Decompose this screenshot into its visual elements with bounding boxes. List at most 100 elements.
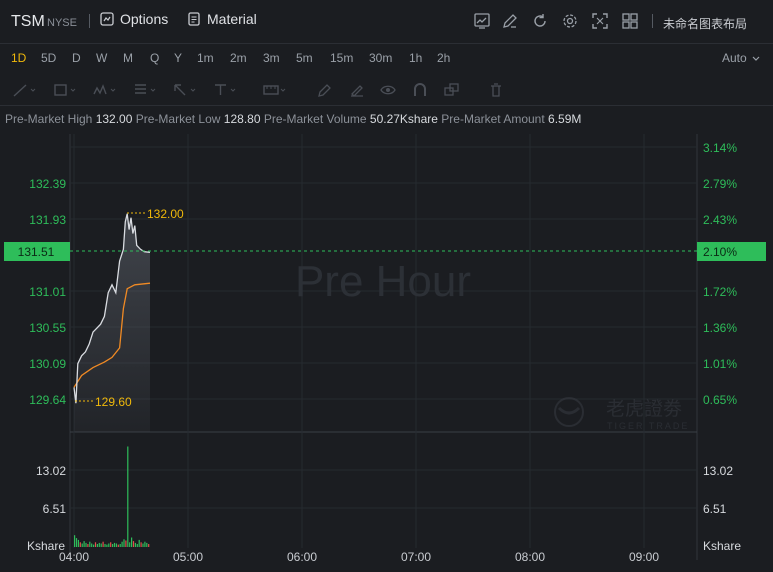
material-button[interactable]: Material bbox=[187, 11, 257, 27]
volume-bar bbox=[91, 543, 93, 547]
tf-m[interactable]: M bbox=[123, 51, 133, 65]
time-tick-label: 09:00 bbox=[629, 550, 659, 564]
fibonacci-icon[interactable] bbox=[132, 82, 158, 98]
divider bbox=[652, 14, 653, 28]
amount-value: 6.59M bbox=[548, 112, 582, 126]
percent-tick-label: 0.65% bbox=[703, 393, 737, 407]
auto-scale-button[interactable]: Auto bbox=[722, 51, 747, 65]
volume-tick-label: 6.51 bbox=[43, 502, 67, 516]
premarket-info: Pre-Market High 132.00 Pre-Market Low 12… bbox=[0, 106, 773, 134]
top-bar: TSM NYSE Options Material 未命名图表布局 bbox=[0, 0, 773, 44]
volume-bar bbox=[100, 543, 102, 547]
tf-30m[interactable]: 30m bbox=[369, 51, 392, 65]
gear-icon[interactable] bbox=[561, 12, 579, 30]
volume-bar bbox=[129, 542, 131, 547]
volume-bar bbox=[94, 542, 97, 547]
volume-bar bbox=[134, 542, 136, 547]
divider bbox=[89, 14, 90, 28]
tf-2h[interactable]: 2h bbox=[437, 51, 450, 65]
tf-1h[interactable]: 1h bbox=[409, 51, 422, 65]
options-icon bbox=[100, 12, 114, 26]
time-tick-label: 05:00 bbox=[173, 550, 203, 564]
chevron-down-icon bbox=[752, 56, 760, 61]
high-label: Pre-Market High bbox=[5, 112, 93, 126]
brush-icon[interactable] bbox=[346, 82, 372, 98]
trend-line-icon[interactable] bbox=[12, 82, 38, 98]
volume-unit-label: Kshare bbox=[703, 539, 741, 553]
volume-bar bbox=[83, 541, 85, 547]
price-tick-label: 132.39 bbox=[29, 177, 66, 191]
price-tick-label: 131.93 bbox=[29, 213, 66, 227]
volume-bar bbox=[140, 542, 142, 547]
tf-5d[interactable]: 5D bbox=[41, 51, 56, 65]
tf-5m[interactable]: 5m bbox=[296, 51, 313, 65]
edit-icon[interactable] bbox=[501, 12, 519, 30]
volume-bar bbox=[112, 544, 114, 547]
time-tick-label: 07:00 bbox=[401, 550, 431, 564]
volume-bar bbox=[138, 539, 140, 547]
percent-tick-label: 2.79% bbox=[703, 177, 737, 191]
volume-tick-label: 13.02 bbox=[703, 464, 733, 478]
tf-1m[interactable]: 1m bbox=[197, 51, 214, 65]
volume-bar bbox=[93, 544, 95, 547]
refresh-icon[interactable] bbox=[531, 12, 549, 30]
brand-sub: TIGER TRADE bbox=[607, 421, 689, 431]
symbol-label[interactable]: TSM bbox=[11, 13, 45, 31]
trash-icon[interactable] bbox=[486, 82, 512, 98]
grid-lines bbox=[69, 134, 698, 560]
tf-q[interactable]: Q bbox=[150, 51, 159, 65]
volume-label: Pre-Market Volume bbox=[263, 112, 367, 126]
volume-bar bbox=[119, 544, 121, 547]
time-tick-label: 04:00 bbox=[59, 550, 89, 564]
volume-bar bbox=[110, 542, 112, 547]
volume-bar bbox=[104, 544, 106, 547]
fullscreen-icon[interactable] bbox=[591, 12, 609, 30]
percent-tick-label: 1.72% bbox=[703, 285, 737, 299]
low-label: Pre-Market Low bbox=[135, 112, 221, 126]
text-tool-icon[interactable] bbox=[212, 82, 238, 98]
volume-bar bbox=[123, 539, 125, 547]
layout-grid-icon[interactable] bbox=[621, 12, 639, 30]
volume-bar bbox=[74, 535, 76, 547]
tf-y[interactable]: Y bbox=[174, 51, 182, 65]
price-tick-label: 129.64 bbox=[29, 393, 66, 407]
low-value: 128.80 bbox=[223, 112, 261, 126]
volume-bar bbox=[87, 544, 89, 547]
volume-bar bbox=[81, 543, 83, 547]
percent-tick-label: 1.01% bbox=[703, 357, 737, 371]
pencil-icon[interactable] bbox=[314, 82, 340, 98]
magnet-icon[interactable] bbox=[410, 82, 436, 98]
current-percent-value: 2.10% bbox=[703, 245, 737, 259]
tf-15m[interactable]: 15m bbox=[330, 51, 353, 65]
tf-w[interactable]: W bbox=[96, 51, 107, 65]
layout-name[interactable]: 未命名图表布局 bbox=[663, 15, 747, 32]
volume-bar bbox=[142, 543, 144, 547]
volume-bar bbox=[121, 541, 123, 547]
link-icon[interactable] bbox=[442, 82, 468, 98]
pattern-icon[interactable] bbox=[92, 82, 118, 98]
tf-d[interactable]: D bbox=[72, 51, 81, 65]
eye-icon[interactable] bbox=[378, 82, 404, 98]
volume-bars bbox=[74, 446, 150, 547]
volume-bar bbox=[106, 544, 108, 547]
options-button[interactable]: Options bbox=[100, 11, 168, 27]
session-watermark: Pre Hour bbox=[295, 257, 471, 306]
material-label: Material bbox=[207, 11, 257, 27]
volume-bar bbox=[131, 537, 133, 547]
high-marker-label: 132.00 bbox=[147, 207, 184, 221]
volume-bar bbox=[98, 542, 100, 547]
tf-3m[interactable]: 3m bbox=[263, 51, 280, 65]
chart-icon[interactable] bbox=[473, 12, 491, 30]
rectangle-icon[interactable] bbox=[52, 82, 78, 98]
time-tick-label: 08:00 bbox=[515, 550, 545, 564]
price-chart[interactable]: Pre Hour 老虎證劵 TIGER TRADE 131.51 2.10% 1… bbox=[0, 134, 773, 572]
volume-bar bbox=[75, 538, 78, 547]
high-value: 132.00 bbox=[95, 112, 133, 126]
volume-bar bbox=[136, 544, 138, 547]
arrow-tool-icon[interactable] bbox=[172, 82, 198, 98]
time-tick-label: 06:00 bbox=[287, 550, 317, 564]
volume-bar bbox=[85, 542, 87, 547]
measure-icon[interactable] bbox=[262, 82, 288, 98]
tf-1d[interactable]: 1D bbox=[11, 51, 26, 65]
tf-2m[interactable]: 2m bbox=[230, 51, 247, 65]
